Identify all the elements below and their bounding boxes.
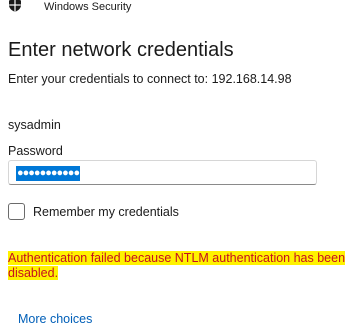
- credentials-dialog: Windows Security Enter network credentia…: [0, 0, 350, 329]
- username-display[interactable]: sysadmin: [8, 117, 61, 133]
- password-value-selected: ●●●●●●●●●●●: [16, 166, 80, 181]
- remember-credentials-label[interactable]: Remember my credentials: [33, 204, 179, 220]
- error-message: Authentication failed because NTLM authe…: [8, 251, 350, 281]
- password-label: Password: [8, 144, 63, 158]
- error-message-text: Authentication failed because NTLM authe…: [8, 251, 346, 280]
- dialog-heading: Enter network credentials: [8, 39, 234, 61]
- shield-icon: [8, 0, 22, 12]
- remember-credentials-checkbox[interactable]: [8, 203, 25, 220]
- title-bar: Windows Security: [0, 0, 350, 18]
- window-title: Windows Security: [44, 1, 132, 13]
- connect-target-text: Enter your credentials to connect to: 19…: [8, 72, 292, 86]
- password-input[interactable]: ●●●●●●●●●●●: [8, 160, 317, 185]
- more-choices-link[interactable]: More choices: [18, 311, 92, 327]
